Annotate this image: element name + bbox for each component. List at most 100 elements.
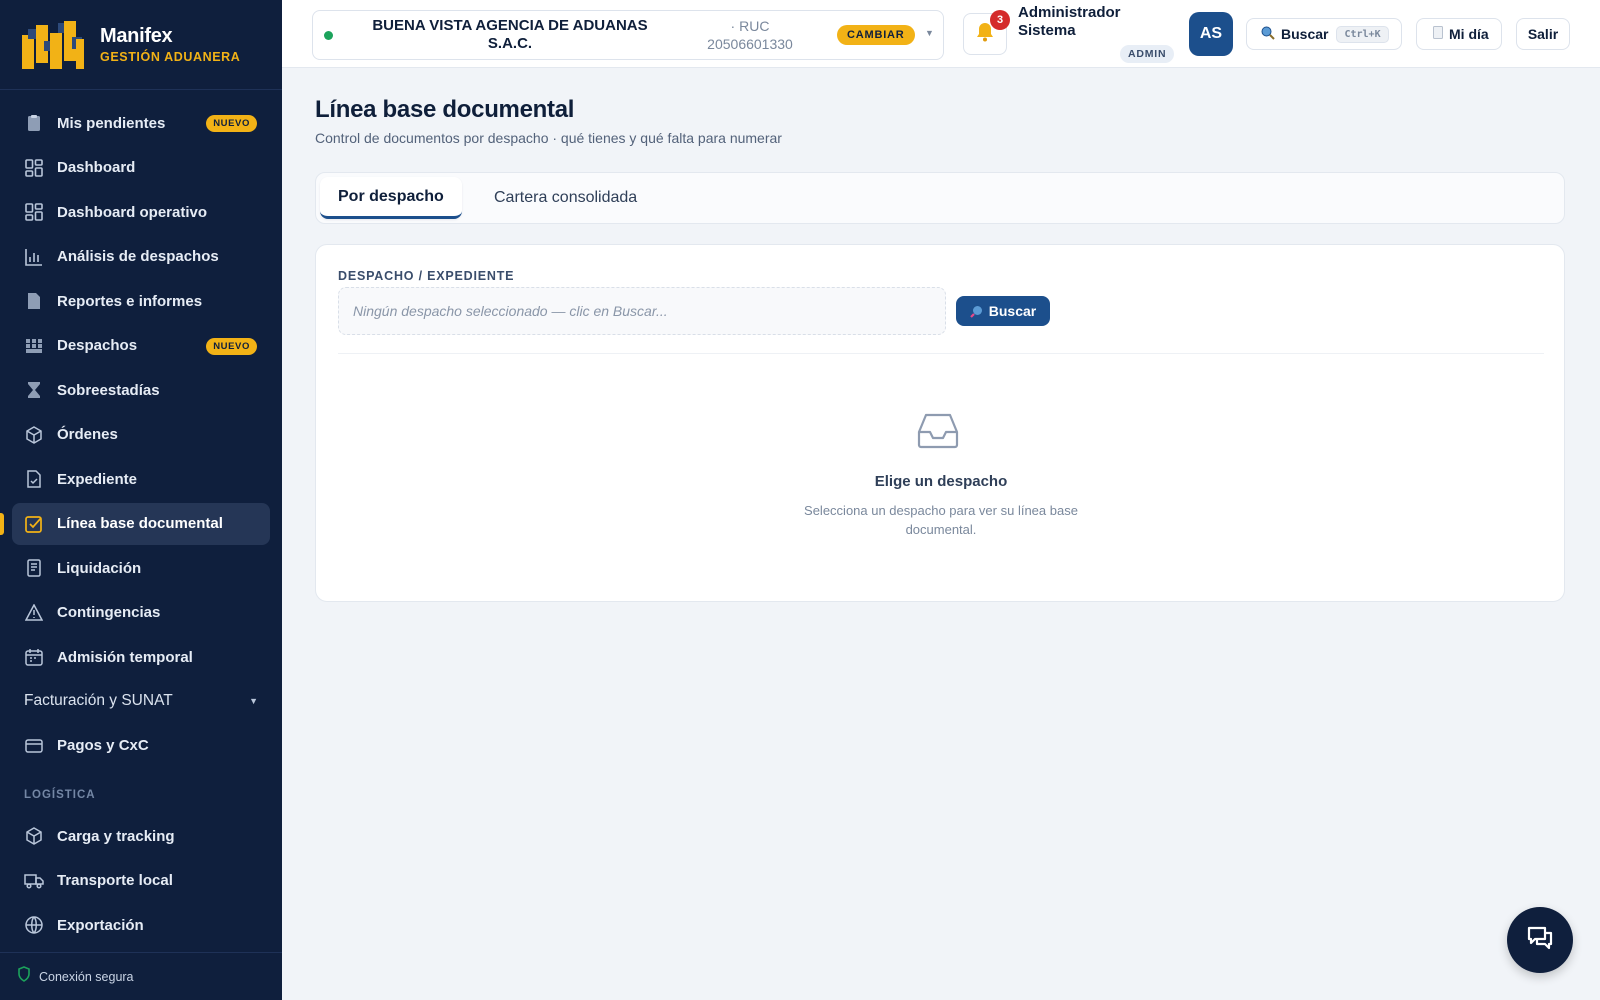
sidebar-item-dashboard[interactable]: Dashboard — [12, 147, 270, 189]
box-icon — [24, 425, 44, 445]
sidebar-item-transporte-local[interactable]: Transporte local — [12, 860, 270, 902]
sidebar-item-label: Sobreestadías — [57, 381, 160, 399]
note-icon — [1433, 26, 1443, 42]
company-ruc: · RUC 20506601330 — [685, 17, 815, 53]
field-label: DESPACHO / EXPEDIENTE — [338, 269, 515, 283]
company-name: BUENA VISTA AGENCIA DE ADUANAS S.A.C. — [372, 17, 648, 52]
sidebar-item-dashboard-operativo[interactable]: Dashboard operativo — [12, 191, 270, 233]
globe-icon — [24, 915, 44, 935]
sidebar-item-label: Dashboard operativo — [57, 203, 208, 221]
sidebar-item-analisis-despachos[interactable]: Análisis de despachos — [12, 236, 270, 278]
notifications-count: 3 — [990, 10, 1010, 30]
box-icon — [24, 826, 44, 846]
sidebar-item-label: Despachos — [57, 337, 138, 354]
sidebar-group-facturacion[interactable]: Facturación y SUNAT ▼ — [12, 681, 270, 721]
sidebar-item-admision-temporal[interactable]: Admisión temporal — [12, 636, 270, 678]
sidebar-group-label: Facturación y SUNAT — [24, 691, 173, 709]
hourglass-icon — [24, 380, 44, 400]
chat-icon — [1526, 925, 1554, 956]
divider — [338, 353, 1544, 354]
role-badge: ADMIN — [1120, 45, 1175, 63]
sidebar-item-ordenes[interactable]: Órdenes — [12, 414, 270, 456]
notifications-button[interactable]: 3 — [963, 10, 1010, 55]
dispatch-picker[interactable]: Ningún despacho seleccionado — clic en B… — [338, 287, 946, 335]
sidebar-item-linea-base-documental[interactable]: Línea base documental — [0, 502, 270, 545]
my-day-button[interactable]: Mi día — [1416, 18, 1502, 50]
ruc-label: · RUC — [730, 18, 770, 34]
sidebar-item-label: Liquidación — [57, 559, 142, 577]
sidebar-item-label: Órdenes — [57, 426, 118, 443]
online-status-dot — [324, 30, 333, 40]
logout-button[interactable]: Salir — [1516, 18, 1570, 50]
clipboard-icon — [24, 113, 44, 133]
topbar: BUENA VISTA AGENCIA DE ADUANAS S.A.C. · … — [282, 0, 1600, 68]
global-search-button[interactable]: Buscar Ctrl+K — [1246, 18, 1402, 50]
search-button-label: Buscar — [1281, 26, 1329, 42]
inbox-icon — [917, 413, 959, 449]
receipt-icon — [24, 558, 44, 578]
search-dispatch-button[interactable]: Buscar — [956, 296, 1050, 326]
sidebar-item-label: Expediente — [57, 470, 138, 488]
chevron-down-icon[interactable]: ▼ — [925, 28, 934, 38]
containers-icon — [24, 336, 44, 356]
checklist-icon — [24, 514, 44, 534]
user-name: Administrador Sistema — [1018, 4, 1121, 39]
sidebar-item-carga-tracking[interactable]: Carga y tracking — [12, 815, 270, 857]
empty-state-text: Selecciona un despacho para ver su línea… — [804, 503, 1078, 537]
brand[interactable]: Manifex GESTIÓN ADUANERA — [0, 0, 282, 90]
sidebar: Manifex GESTIÓN ADUANERA Mis pendientes … — [0, 0, 282, 1000]
change-company-button[interactable]: CAMBIAR — [837, 25, 915, 45]
search-button-label: Buscar — [988, 303, 1037, 319]
chevron-down-icon: ▼ — [249, 695, 258, 706]
document-icon — [24, 291, 44, 311]
sidebar-item-label: Mis pendientes — [57, 114, 166, 132]
main-content: Línea base documental Control de documen… — [282, 68, 1600, 1000]
sidebar-nav: Mis pendientes NUEVO Dashboard Dashboard… — [0, 90, 282, 946]
tab-por-despacho[interactable]: Por despacho — [320, 177, 462, 219]
manifex-logo — [20, 19, 86, 71]
sidebar-item-label: Reportes e informes — [57, 292, 203, 310]
sidebar-item-mis-pendientes[interactable]: Mis pendientes NUEVO — [12, 102, 270, 144]
sidebar-item-label: Línea base documental — [57, 515, 223, 532]
avatar[interactable]: AS — [1189, 12, 1233, 56]
sidebar-item-label: Dashboard — [57, 159, 136, 176]
sidebar-item-sobreestadias[interactable]: Sobreestadías — [12, 369, 270, 411]
my-day-label: Mi día — [1449, 26, 1489, 42]
sidebar-item-label: Exportación — [57, 916, 144, 934]
dispatch-card: DESPACHO / EXPEDIENTE Ningún despacho se… — [315, 244, 1565, 602]
search-icon — [1261, 26, 1275, 43]
sidebar-item-contingencias[interactable]: Contingencias — [12, 592, 270, 634]
new-badge: NUEVO — [206, 337, 257, 355]
sidebar-item-expediente[interactable]: Expediente — [12, 458, 270, 500]
company-selector[interactable]: BUENA VISTA AGENCIA DE ADUANAS S.A.C. · … — [312, 10, 944, 60]
tab-cartera-consolidada[interactable]: Cartera consolidada — [476, 177, 655, 219]
bar-chart-icon — [24, 247, 44, 267]
shield-icon — [17, 966, 31, 987]
sidebar-item-label: Transporte local — [57, 872, 173, 889]
brand-name: Manifex — [100, 25, 173, 47]
card-icon — [24, 736, 44, 756]
sidebar-item-despachos[interactable]: Despachos NUEVO — [12, 325, 270, 367]
active-indicator — [0, 512, 4, 535]
tab-bar: Por despacho Cartera consolidada — [315, 172, 1565, 224]
sidebar-item-liquidacion[interactable]: Liquidación — [12, 547, 270, 589]
brand-subtitle: GESTIÓN ADUANERA — [100, 50, 241, 64]
page-subtitle: Control de documentos por despacho · qué… — [315, 130, 782, 146]
sidebar-item-reportes[interactable]: Reportes e informes — [12, 280, 270, 322]
new-badge: NUEVO — [206, 115, 257, 132]
sidebar-item-label: Pagos y CxC — [57, 737, 149, 754]
secure-connection: Conexión segura — [0, 952, 282, 1000]
sidebar-item-label: Análisis de despachos — [57, 248, 219, 265]
sidebar-item-label: Admisión temporal — [57, 648, 193, 666]
file-icon — [24, 469, 44, 489]
sidebar-item-label: Carga y tracking — [57, 827, 175, 845]
secure-connection-label: Conexión segura — [39, 969, 134, 984]
sidebar-item-pagos[interactable]: Pagos y CxC — [12, 725, 270, 767]
sidebar-item-exportacion[interactable]: Exportación — [12, 904, 270, 946]
user-info[interactable]: Administrador Sistema ADMIN — [1018, 4, 1178, 63]
keyboard-shortcut: Ctrl+K — [1336, 25, 1389, 43]
calendar-icon — [24, 647, 44, 667]
section-title-logistica: LOGÍSTICA — [24, 789, 96, 801]
chat-button[interactable] — [1507, 907, 1573, 973]
warning-icon — [24, 603, 44, 623]
